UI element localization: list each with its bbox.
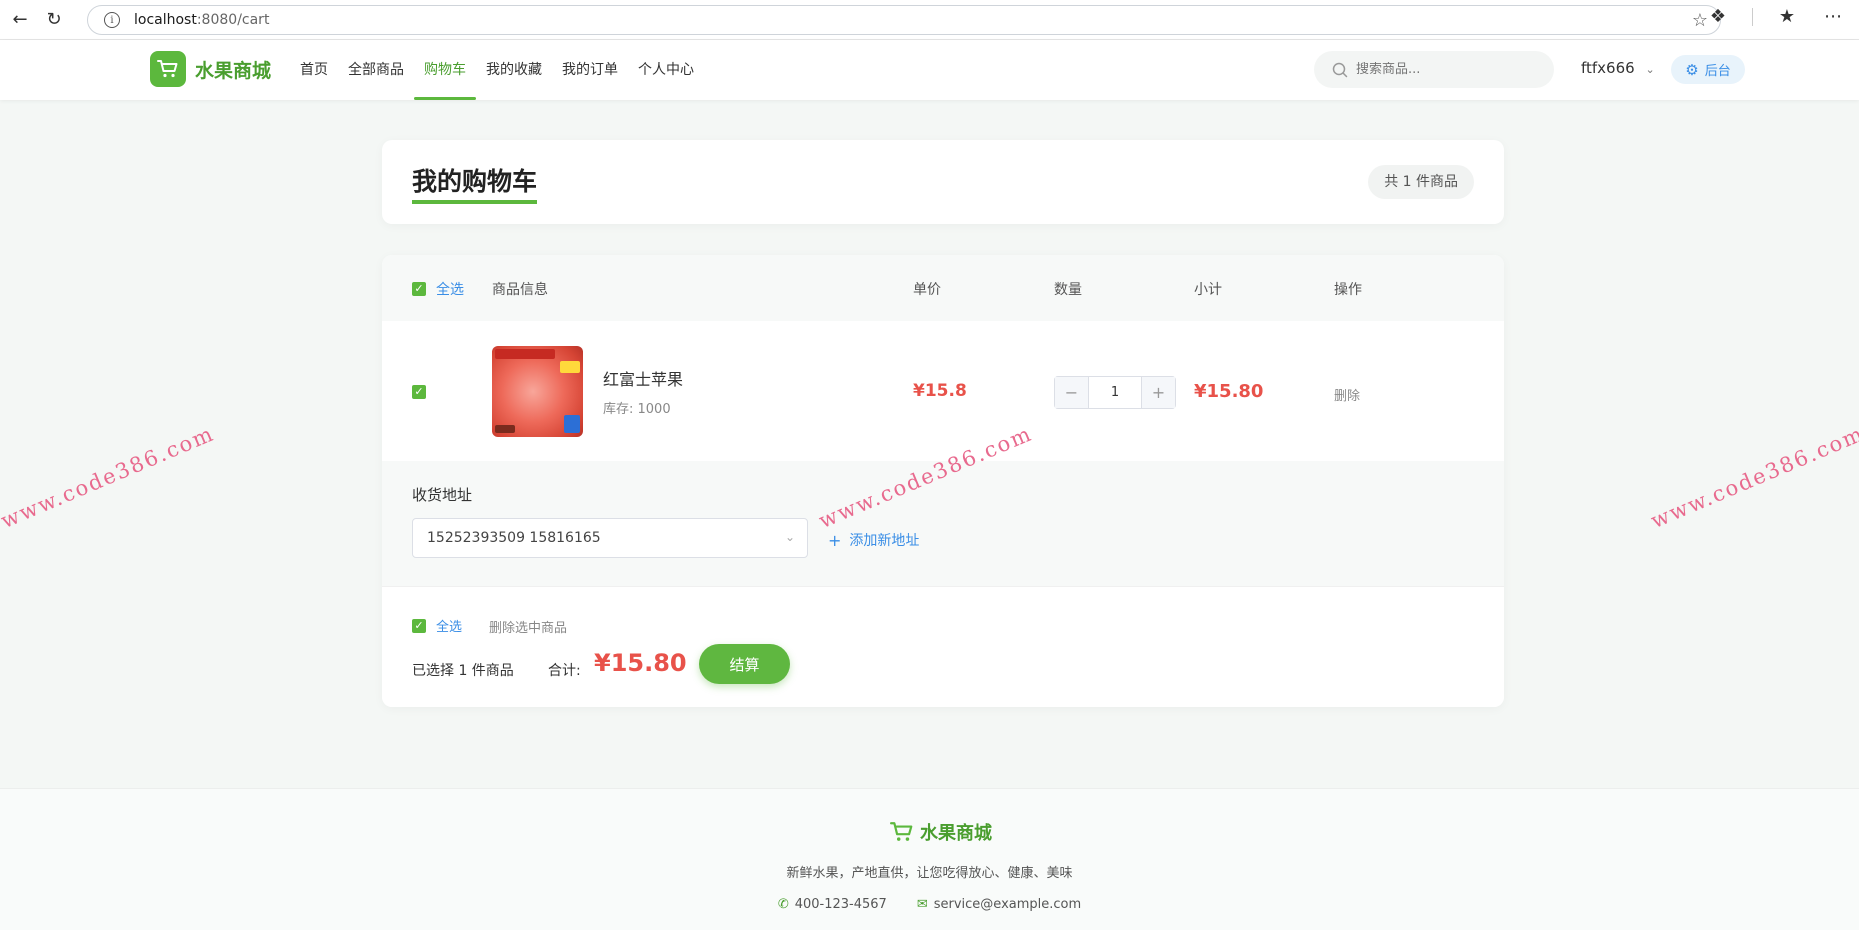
gear-icon: ⚙ (1685, 60, 1699, 79)
favorites-icon[interactable]: ★ (1775, 6, 1799, 27)
info-icon[interactable]: i (104, 12, 120, 28)
column-header-product: 商品信息 (492, 282, 548, 298)
delete-selected-button[interactable]: 删除选中商品 (489, 617, 567, 636)
page-title: 我的购物车 (412, 167, 538, 204)
more-icon[interactable]: ⋯ (1821, 6, 1845, 27)
table-header: ✓ 全选 商品信息 单价 数量 小计 操作 (382, 255, 1504, 321)
cart-title-card: 我的购物车 共 1 件商品 (382, 140, 1504, 224)
table-row: ✓ 红富士苹果 库存: 1000 ¥15.8 − 1 + ¥15.80 删除 (382, 321, 1504, 461)
search-box (1314, 51, 1554, 88)
selected-count: 已选择 1 件商品 (412, 663, 514, 679)
watermark: www.code386.com (0, 421, 218, 534)
address-select[interactable]: 15252393509 15816165 ⌄ (412, 518, 808, 558)
column-header-price: 单价 (913, 282, 941, 298)
image-label-decoration (560, 361, 580, 373)
footer-slogan: 新鲜水果，产地直供，让您吃得放心、健康、美味 (786, 866, 1073, 881)
image-label-decoration (495, 349, 555, 359)
logo-text: 水果商城 (195, 59, 272, 82)
footer-logo-text: 水果商城 (920, 823, 992, 844)
decrease-button[interactable]: − (1055, 377, 1088, 408)
increase-button[interactable]: + (1142, 377, 1175, 408)
select-all-checkbox-bottom[interactable]: ✓ (412, 619, 426, 633)
plus-icon: + (828, 530, 842, 550)
delete-item-button[interactable]: 删除 (1334, 385, 1360, 404)
url-path: :8080/cart (196, 12, 270, 28)
add-address-button[interactable]: + 添加新地址 (828, 530, 919, 550)
nav-orders[interactable]: 我的订单 (552, 40, 628, 100)
footer-phone-text: 400-123-4567 (794, 897, 887, 912)
chevron-down-icon: ⌄ (1645, 63, 1655, 76)
main-nav: 首页 全部商品 购物车 我的收藏 我的订单 个人中心 (290, 40, 704, 100)
product-image[interactable] (492, 346, 583, 437)
nav-home[interactable]: 首页 (290, 40, 338, 100)
footer-contact: ✆ 400-123-4567 ✉ service@example.com (0, 897, 1859, 912)
browser-toolbar: ← ↻ i localhost:8080/cart ☆ ❖ ★ ⋯ (0, 0, 1859, 40)
quantity-stepper: − 1 + (1054, 376, 1176, 409)
unit-price: ¥15.8 (913, 381, 967, 401)
total-value: ¥15.80 (594, 649, 687, 677)
item-checkbox[interactable]: ✓ (412, 385, 426, 399)
site-logo[interactable]: 水果商城 (150, 51, 271, 87)
search-icon (1332, 62, 1348, 77)
reload-icon[interactable]: ↻ (40, 6, 68, 34)
item-count-badge: 共 1 件商品 (1368, 165, 1474, 199)
nav-favorites[interactable]: 我的收藏 (476, 40, 552, 100)
column-header-quantity: 数量 (1054, 282, 1082, 298)
address-selected-value: 15252393509 15816165 (427, 530, 601, 546)
total-label: 合计: (548, 663, 581, 679)
footer-logo: 水果商城 (890, 819, 992, 845)
cart-summary-bar: ✓ 全选 删除选中商品 已选择 1 件商品 合计: ¥15.80 结算 (382, 586, 1504, 707)
footer-phone: ✆ 400-123-4567 (778, 897, 887, 912)
extensions-icon[interactable]: ❖ (1706, 6, 1730, 27)
user-menu[interactable]: ftfx666 ⌄ (1581, 59, 1655, 77)
select-all-label[interactable]: 全选 (436, 279, 464, 299)
image-label-decoration (495, 425, 515, 433)
image-label-decoration (564, 415, 580, 433)
nav-cart[interactable]: 购物车 (414, 40, 476, 100)
item-subtotal: ¥15.80 (1194, 381, 1264, 402)
arrow-left-icon[interactable]: ← (6, 6, 34, 34)
url-host: localhost (134, 12, 197, 28)
checkout-button[interactable]: 结算 (699, 644, 790, 684)
site-header: 水果商城 首页 全部商品 购物车 我的收藏 我的订单 个人中心 ftfx666 … (0, 40, 1859, 100)
address-title: 收货地址 (412, 486, 473, 504)
cart-logo-icon (150, 51, 186, 87)
footer-email-text: service@example.com (933, 897, 1082, 912)
mail-icon: ✉ (916, 897, 928, 912)
phone-icon: ✆ (777, 897, 789, 912)
product-name[interactable]: 红富士苹果 (603, 366, 683, 390)
select-all-label-bottom[interactable]: 全选 (436, 616, 462, 635)
add-address-label: 添加新地址 (849, 533, 920, 549)
nav-profile[interactable]: 个人中心 (628, 40, 704, 100)
admin-label: 后台 (1704, 64, 1731, 79)
chevron-down-icon: ⌄ (784, 530, 795, 544)
admin-button[interactable]: ⚙ 后台 (1671, 55, 1745, 84)
select-all-checkbox[interactable]: ✓ (412, 282, 426, 296)
quantity-input[interactable]: 1 (1088, 377, 1142, 408)
username: ftfx666 (1581, 59, 1635, 77)
column-header-action: 操作 (1334, 282, 1362, 298)
column-header-subtotal: 小计 (1194, 282, 1222, 298)
watermark: www.code386.com (1647, 421, 1859, 534)
address-bar[interactable]: i localhost:8080/cart ☆ (87, 5, 1721, 35)
nav-all-products[interactable]: 全部商品 (338, 40, 414, 100)
product-stock: 库存: 1000 (603, 402, 671, 417)
site-footer: 水果商城 新鲜水果，产地直供，让您吃得放心、健康、美味 ✆ 400-123-456… (0, 788, 1859, 930)
search-input[interactable] (1356, 62, 1536, 77)
footer-email: ✉ service@example.com (917, 897, 1081, 912)
cart-icon (890, 822, 913, 841)
toolbar-divider (1752, 7, 1753, 26)
